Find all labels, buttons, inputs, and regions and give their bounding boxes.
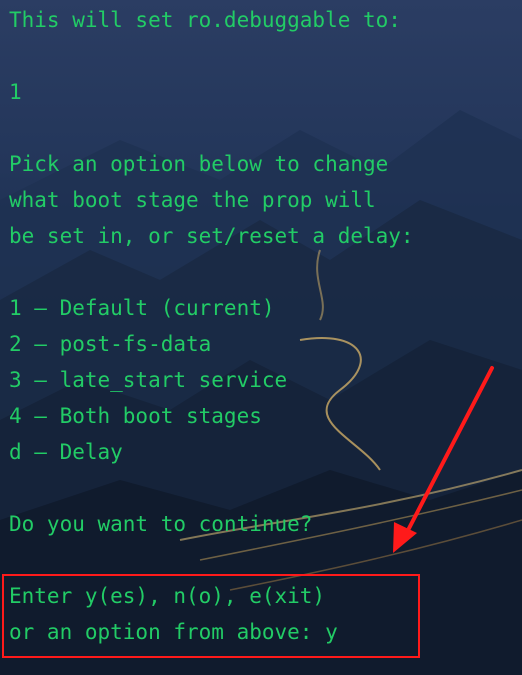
annotation-arrow-icon — [393, 366, 494, 553]
